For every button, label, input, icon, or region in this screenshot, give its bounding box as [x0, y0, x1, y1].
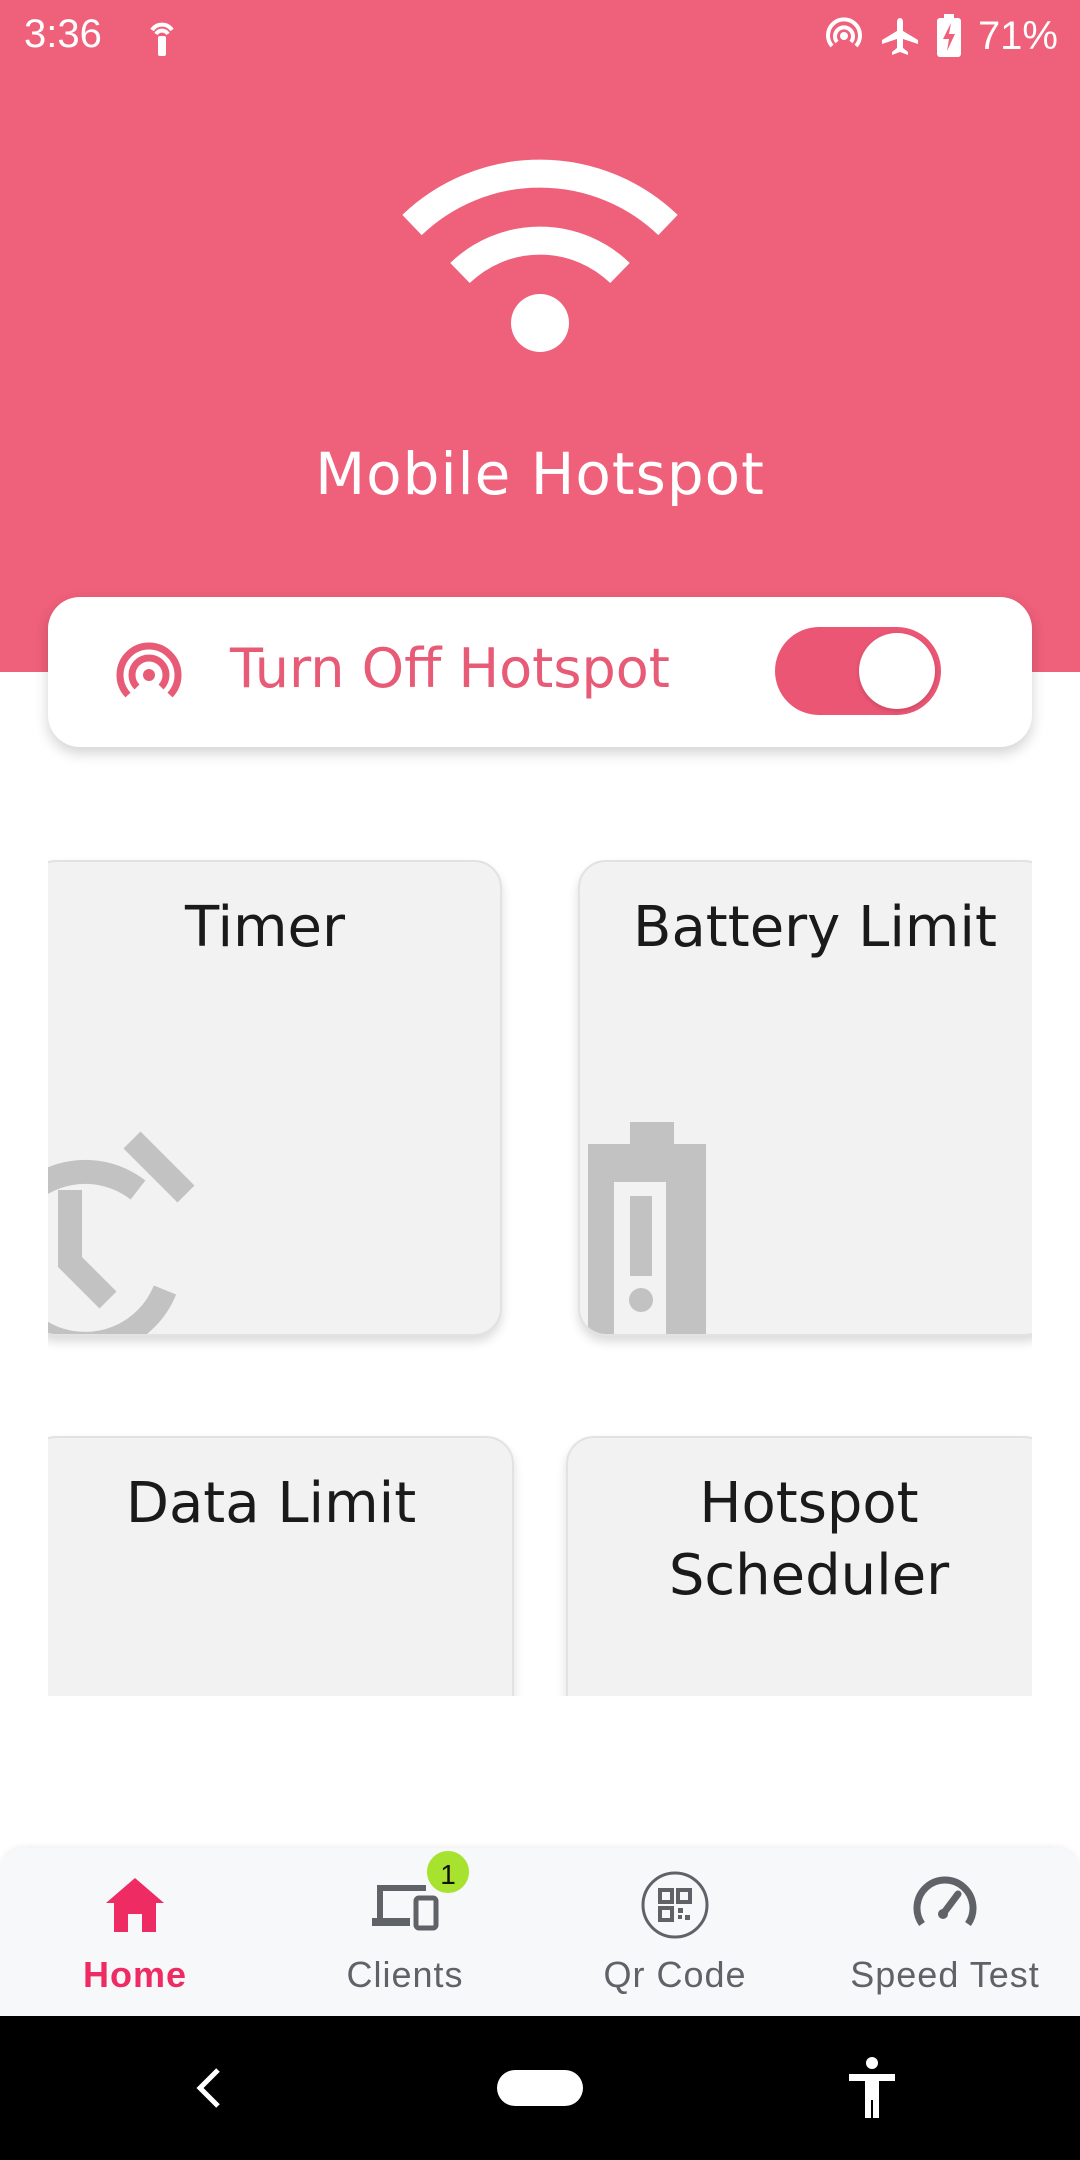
system-navigation-bar: [0, 2016, 1080, 2160]
nav-item-speed-test[interactable]: Speed Test: [810, 1848, 1080, 2016]
battery-charging-icon: [936, 14, 961, 57]
tile-title: Battery Limit: [633, 895, 997, 960]
header-banner: 3:36 71% Mobile Hotspot: [0, 0, 1080, 672]
nav-label-home: Home: [82, 1954, 188, 1995]
battery-alert-icon: [588, 1122, 706, 1334]
status-bar: 3:36 71%: [0, 0, 1080, 72]
airplane-icon: [881, 18, 918, 55]
battery-percent: 71%: [977, 13, 1058, 58]
timer-tile[interactable]: Timer: [48, 860, 502, 1336]
nav-item-home[interactable]: Home: [0, 1848, 270, 2016]
nav-label-clients: Clients: [346, 1954, 464, 1995]
clients-badge: 1: [424, 1848, 472, 1896]
accessibility-icon[interactable]: [845, 2056, 899, 2120]
nav-item-clients[interactable]: Clients: [270, 1848, 540, 2016]
status-icons: 71%: [824, 10, 1058, 62]
home-pill[interactable]: [497, 2070, 583, 2106]
tile-title: Hotspot Scheduler: [668, 1471, 950, 1608]
stopwatch-icon: [48, 1131, 195, 1334]
wifi-icon: [402, 159, 678, 352]
hotspot-toggle-label: Turn Off Hotspot: [230, 637, 670, 700]
home-icon: [106, 1878, 164, 1932]
hotspot-icon: [825, 17, 862, 48]
hotspot-scheduler-tile[interactable]: Hotspot Scheduler: [566, 1436, 1032, 1696]
tile-title: Timer: [184, 895, 346, 960]
hotspot-toggle-card[interactable]: Turn Off Hotspot: [48, 597, 1032, 747]
nav-label-qr-code: Qr Code: [603, 1954, 747, 1995]
battery-limit-tile[interactable]: Battery Limit: [578, 860, 1032, 1336]
scheduler-icon: [648, 1678, 728, 1696]
data-limit-tile[interactable]: Data Limit: [48, 1436, 514, 1696]
nav-label-speed-test: Speed Test: [850, 1954, 1040, 1995]
tile-title: Data Limit: [125, 1471, 417, 1536]
status-time: 3:36: [24, 12, 102, 56]
page-title: Mobile Hotspot: [315, 440, 765, 508]
toggle-knob: [859, 633, 935, 709]
back-icon[interactable]: [190, 2060, 226, 2116]
speedometer-icon: [913, 1876, 977, 1926]
feature-grid: Timer Battery Limit Data Limit Hotspot S…: [48, 760, 1032, 1696]
tower-icon: [150, 22, 174, 56]
nav-item-qr-code[interactable]: Qr Code: [540, 1848, 810, 2016]
bottom-navigation: Home Clients Qr Code Speed Test: [0, 1848, 1080, 2016]
hotspot-icon: [116, 642, 182, 698]
hotspot-toggle-switch[interactable]: [775, 627, 941, 715]
data-usage-icon: [48, 1678, 240, 1696]
qr-code-icon: [641, 1871, 709, 1939]
